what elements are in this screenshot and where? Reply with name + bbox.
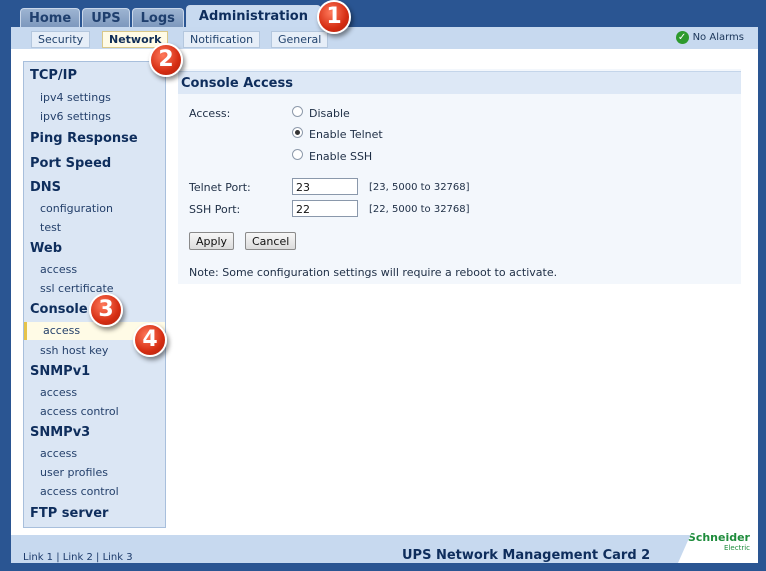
ssh-port-label: SSH Port: <box>189 203 241 216</box>
sidebar-item-dns-configuration[interactable]: configuration <box>40 202 113 215</box>
sidebar-item-snmpv1-access-control[interactable]: access control <box>40 405 119 418</box>
subtab-notification[interactable]: Notification <box>183 31 261 48</box>
tab-logs[interactable]: Logs <box>131 8 184 27</box>
callout-badge-2: 2 <box>149 43 183 77</box>
footer-separator: | <box>96 552 100 563</box>
console-access-panel: Console Access Access: Disable Enable Te… <box>178 69 741 284</box>
sidebar-item-snmpv1[interactable]: SNMPv1 <box>30 364 90 379</box>
panel-header: Console Access <box>178 71 741 94</box>
main-tab-bar: Home UPS Logs Administration <box>20 5 323 27</box>
logo-text: Schneider Electric <box>688 532 750 553</box>
footer-separator: | <box>56 552 60 563</box>
main-panel: TCP/IP ipv4 settings ipv6 settings Ping … <box>11 49 758 535</box>
sub-tab-bar: Security Network Notification General ✓ … <box>11 27 758 49</box>
access-label: Access: <box>189 107 231 120</box>
sidebar-item-ipv6-settings[interactable]: ipv6 settings <box>40 110 111 123</box>
sidebar-item-snmpv1-access[interactable]: access <box>40 386 77 399</box>
footer-link-1[interactable]: Link 1 <box>23 552 53 563</box>
ssh-port-input[interactable]: 22 <box>292 200 358 217</box>
tab-ups[interactable]: UPS <box>82 8 130 27</box>
sidebar-item-dns-test[interactable]: test <box>40 221 61 234</box>
sidebar: TCP/IP ipv4 settings ipv6 settings Ping … <box>23 61 166 528</box>
radio-enable-ssh-label[interactable]: Enable SSH <box>309 150 372 163</box>
radio-enable-ssh[interactable] <box>292 149 303 160</box>
alarm-status-label: No Alarms <box>692 32 744 43</box>
sidebar-item-tcpip[interactable]: TCP/IP <box>30 68 77 83</box>
tab-home[interactable]: Home <box>20 8 81 27</box>
sidebar-item-user-profiles[interactable]: user profiles <box>40 466 108 479</box>
page-title: Console Access <box>181 76 293 91</box>
footer-link-3[interactable]: Link 3 <box>103 552 133 563</box>
alarm-status[interactable]: ✓ No Alarms <box>675 31 744 44</box>
sidebar-item-dns[interactable]: DNS <box>30 180 61 195</box>
subtab-security[interactable]: Security <box>31 31 91 48</box>
sidebar-item-web[interactable]: Web <box>30 241 62 256</box>
sidebar-item-snmpv3-access[interactable]: access <box>40 447 77 460</box>
logo-sub: Electric <box>724 544 750 552</box>
callout-badge-3: 3 <box>89 293 123 327</box>
sidebar-item-console[interactable]: Console <box>30 302 88 317</box>
callout-badge-1: 1 <box>317 0 351 34</box>
app-frame: Home UPS Logs Administration Security Ne… <box>0 0 766 571</box>
footer: Link 1 | Link 2 | Link 3 UPS Network Man… <box>11 527 758 563</box>
cancel-button[interactable]: Cancel <box>245 232 297 250</box>
sidebar-item-web-access[interactable]: access <box>40 263 77 276</box>
reboot-note: Note: Some configuration settings will r… <box>189 266 558 279</box>
sidebar-item-ipv4-settings[interactable]: ipv4 settings <box>40 91 111 104</box>
callout-badge-4: 4 <box>133 323 167 357</box>
product-title: UPS Network Management Card 2 <box>402 548 651 563</box>
apply-button[interactable]: Apply <box>189 232 235 250</box>
sidebar-item-ssh-host-key[interactable]: ssh host key <box>40 344 108 357</box>
tab-administration[interactable]: Administration <box>185 5 321 27</box>
radio-disable-label[interactable]: Disable <box>309 107 350 120</box>
subtab-general[interactable]: General <box>271 31 329 48</box>
telnet-port-input[interactable]: 23 <box>292 178 358 195</box>
radio-disable[interactable] <box>292 106 303 117</box>
sidebar-item-ftp-server[interactable]: FTP server <box>30 506 108 521</box>
footer-link-2[interactable]: Link 2 <box>63 552 93 563</box>
sidebar-item-snmpv3-access-control[interactable]: access control <box>40 485 119 498</box>
footer-links: Link 1 | Link 2 | Link 3 <box>23 552 133 563</box>
telnet-port-label: Telnet Port: <box>189 181 251 194</box>
radio-enable-telnet[interactable] <box>292 127 303 138</box>
sidebar-item-port-speed[interactable]: Port Speed <box>30 156 111 171</box>
sidebar-item-ping-response[interactable]: Ping Response <box>30 131 138 146</box>
radio-enable-telnet-label[interactable]: Enable Telnet <box>309 128 383 141</box>
telnet-port-hint: [23, 5000 to 32768] <box>369 182 470 193</box>
check-icon: ✓ <box>675 31 689 44</box>
ssh-port-hint: [22, 5000 to 32768] <box>369 204 470 215</box>
sidebar-item-snmpv3[interactable]: SNMPv3 <box>30 425 90 440</box>
